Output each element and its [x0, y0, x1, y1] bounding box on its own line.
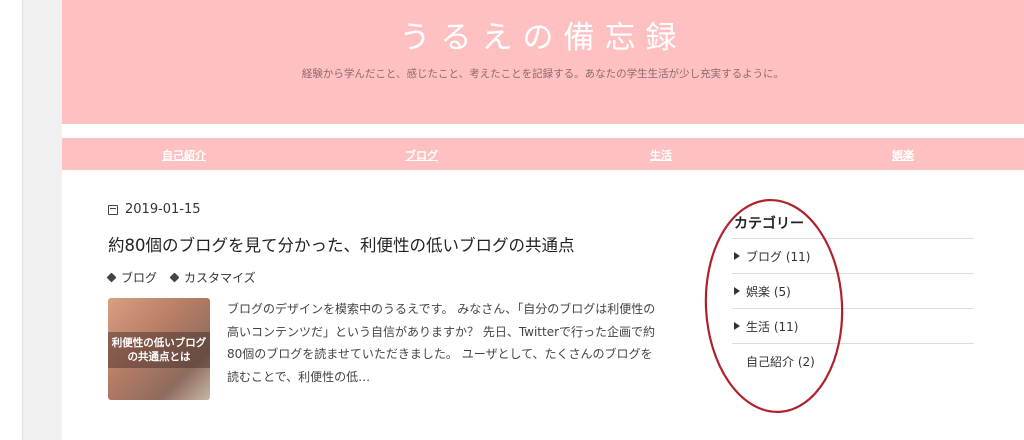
category-label: 娯楽 (5) — [746, 284, 791, 299]
tag-icon — [106, 272, 117, 283]
tag-label: カスタマイズ — [184, 271, 256, 285]
page: うるえの備忘録 経験から学んだこと、感じたこと、考えたことを記録する。あなたの学… — [62, 0, 1024, 440]
post-date: 2019-01-15 — [108, 202, 201, 217]
nav-item-about[interactable]: 自己紹介 — [162, 147, 206, 163]
site-header: うるえの備忘録 経験から学んだこと、感じたこと、考えたことを記録する。あなたの学… — [62, 0, 1024, 124]
post-title[interactable]: 約80個のブログを見て分かった、利便性の低いブログの共通点 — [108, 232, 575, 256]
post-tags: ブログ カスタマイズ — [106, 269, 270, 286]
site-tagline: 経験から学んだこと、感じたこと、考えたことを記録する。あなたの学生生活が少し充実… — [301, 68, 785, 80]
tag-blog[interactable]: ブログ — [106, 269, 158, 286]
category-item-entertainment[interactable]: 娯楽 (5) — [732, 274, 974, 309]
nav-item-blog[interactable]: ブログ — [405, 147, 438, 163]
post-thumbnail[interactable]: 利便性の低いブログの共通点とは — [108, 298, 210, 400]
nav-item-life[interactable]: 生活 — [650, 147, 672, 163]
nav-item-entertainment[interactable]: 娯楽 — [892, 147, 914, 163]
triangle-right-icon — [734, 252, 740, 260]
category-item-about[interactable]: 自己紹介 (2) — [732, 344, 974, 378]
tag-icon — [169, 272, 180, 283]
sidebar-heading: カテゴリー — [732, 210, 974, 239]
tag-customize[interactable]: カスタマイズ — [169, 269, 256, 286]
category-label: ブログ (11) — [746, 249, 811, 264]
post-date-text: 2019-01-15 — [125, 202, 201, 217]
post-excerpt: ブログのデザインを模索中のうるえです。 みなさん、「自分のブログは利便性の高いコ… — [227, 302, 656, 384]
tag-label: ブログ — [121, 271, 158, 285]
thumbnail-caption: 利便性の低いブログの共通点とは — [111, 337, 207, 363]
category-item-life[interactable]: 生活 (11) — [732, 309, 974, 344]
category-label: 生活 (11) — [746, 319, 799, 334]
site-title[interactable]: うるえの備忘録 — [62, 12, 1024, 57]
global-nav: 自己紹介 ブログ 生活 娯楽 — [62, 138, 1024, 170]
category-label: 自己紹介 (2) — [746, 354, 815, 369]
triangle-right-icon — [734, 322, 740, 330]
category-item-blog[interactable]: ブログ (11) — [732, 239, 974, 274]
sidebar-categories: カテゴリー ブログ (11) 娯楽 (5) 生活 (11) 自己紹介 (2) — [732, 210, 974, 378]
calendar-icon — [108, 204, 118, 215]
left-rail — [0, 0, 23, 440]
triangle-right-icon — [734, 287, 740, 295]
